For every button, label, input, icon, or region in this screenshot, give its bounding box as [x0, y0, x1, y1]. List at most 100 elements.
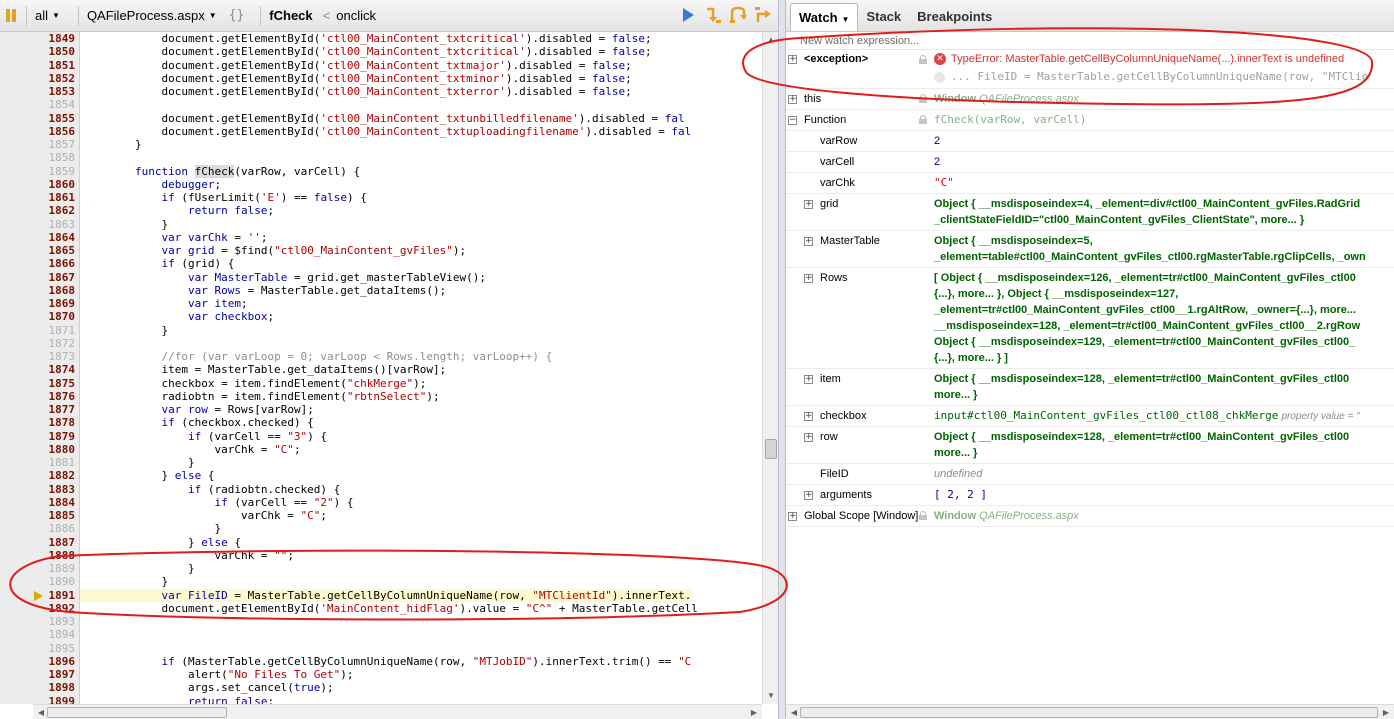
code-line[interactable]: 1869 var item; [0, 297, 762, 311]
line-number[interactable]: 1866 [0, 257, 80, 271]
line-number[interactable]: 1861 [0, 191, 80, 205]
watch-row-arguments[interactable]: + arguments [ 2, 2 ] [786, 485, 1394, 506]
watch-row-varCell[interactable]: varCell 2 [786, 152, 1394, 173]
current-execution-line[interactable]: 1891 var FileID = MasterTable.getCellByC… [0, 588, 762, 602]
line-number[interactable]: 1860 [0, 177, 80, 191]
code-line[interactable]: 1894 [0, 628, 762, 642]
line-number[interactable]: 1887 [0, 535, 80, 549]
line-number[interactable]: 1857 [0, 138, 80, 152]
line-number[interactable]: 1872 [0, 336, 80, 350]
step-into-icon[interactable] [704, 6, 722, 24]
line-number[interactable]: 1881 [0, 456, 80, 470]
line-number[interactable]: 1894 [0, 628, 80, 642]
code-line[interactable]: 1898 args.set_cancel(true); [0, 681, 762, 695]
code-line[interactable]: 1877 var row = Rows[varRow]; [0, 403, 762, 417]
line-number[interactable]: 1895 [0, 641, 80, 655]
scope-dropdown[interactable]: all ▼ [35, 8, 60, 23]
watch-row-varChk[interactable]: varChk "C" [786, 173, 1394, 194]
expand-toggle-icon[interactable]: + [804, 375, 813, 384]
code-line[interactable]: 1880 varChk = "C"; [0, 442, 762, 456]
code-line[interactable]: 1879 if (varCell == "3") { [0, 429, 762, 443]
chevron-down-icon[interactable]: ▼ [842, 15, 850, 24]
expand-toggle-icon[interactable]: + [804, 412, 813, 421]
scroll-right-arrow[interactable]: ▶ [746, 705, 762, 719]
line-number[interactable]: 1863 [0, 217, 80, 231]
pretty-print-button[interactable]: {} [229, 8, 245, 23]
watch-row-this[interactable]: + this Window QAFileProcess.aspx [786, 89, 1394, 110]
line-number[interactable]: 1896 [0, 654, 80, 668]
watch-row-global-scope[interactable]: + Global Scope [Window] Window QAFilePro… [786, 506, 1394, 527]
code-line[interactable]: 1873 //for (var varLoop = 0; varLoop < R… [0, 350, 762, 364]
code-line[interactable]: 1896 if (MasterTable.getCellByColumnUniq… [0, 654, 762, 668]
line-number[interactable]: 1884 [0, 495, 80, 509]
line-number[interactable]: 1883 [0, 482, 80, 496]
code-line[interactable]: 1874 item = MasterTable.get_dataItems()[… [0, 363, 762, 377]
line-number[interactable]: 1897 [0, 668, 80, 682]
line-number[interactable]: 1891 [0, 588, 80, 602]
expand-toggle-icon[interactable]: + [804, 491, 813, 500]
code-line[interactable]: 1850 document.getElementById('ctl00_Main… [0, 45, 762, 59]
line-number[interactable]: 1858 [0, 151, 80, 165]
code-horizontal-scrollbar[interactable]: ◀ ▶ [33, 704, 762, 719]
watch-row-grid[interactable]: + grid Object { __msdisposeindex=4, _ele… [786, 194, 1394, 231]
code-line[interactable]: 1861 if (fUserLimit('E') == false) { [0, 191, 762, 205]
tab-breakpoints[interactable]: Breakpoints [909, 3, 1000, 31]
collapse-toggle-icon[interactable]: − [788, 116, 797, 125]
line-number[interactable]: 1852 [0, 71, 80, 85]
code-line[interactable]: 1882 } else { [0, 469, 762, 483]
code-line[interactable]: 1864 var varChk = ''; [0, 230, 762, 244]
code-line[interactable]: 1858 [0, 151, 762, 165]
line-number[interactable]: 1859 [0, 164, 80, 178]
line-number[interactable]: 1873 [0, 350, 80, 364]
new-watch-expression-input[interactable]: New watch expression... [786, 32, 1394, 50]
code-line[interactable]: 1876 radiobtn = item.findElement("rbtnSe… [0, 389, 762, 403]
line-number[interactable]: 1889 [0, 562, 80, 576]
line-number[interactable]: 1880 [0, 442, 80, 456]
code-line[interactable]: 1890 } [0, 575, 762, 589]
scroll-right-arrow[interactable]: ▶ [1378, 705, 1394, 719]
source-code-view[interactable]: 1849 document.getElementById('ctl00_Main… [0, 32, 762, 704]
file-dropdown[interactable]: QAFileProcess.aspx ▼ [87, 8, 217, 23]
watch-row-row[interactable]: + row Object { __msdisposeindex=128, _el… [786, 427, 1394, 464]
current-function-crumb[interactable]: fCheck [269, 8, 312, 23]
step-over-icon[interactable] [729, 6, 747, 24]
line-number[interactable]: 1862 [0, 204, 80, 218]
line-number[interactable]: 1878 [0, 416, 80, 430]
line-number[interactable]: 1879 [0, 429, 80, 443]
code-vertical-scrollbar[interactable]: ▲ ▼ [762, 32, 778, 704]
code-line[interactable]: 1887 } else { [0, 535, 762, 549]
expand-toggle-icon[interactable]: + [788, 512, 797, 521]
code-line[interactable]: 1859 function fCheck(varRow, varCell) { [0, 164, 762, 178]
line-number[interactable]: 1890 [0, 575, 80, 589]
line-number[interactable]: 1865 [0, 244, 80, 258]
line-number[interactable]: 1877 [0, 403, 80, 417]
code-line[interactable]: 1875 checkbox = item.findElement("chkMer… [0, 376, 762, 390]
line-number[interactable]: 1870 [0, 310, 80, 324]
code-line[interactable]: 1866 if (grid) { [0, 257, 762, 271]
code-line[interactable]: 1852 document.getElementById('ctl00_Main… [0, 71, 762, 85]
line-number[interactable]: 1874 [0, 363, 80, 377]
scrollbar-thumb[interactable] [765, 439, 777, 459]
line-number[interactable]: 1898 [0, 681, 80, 695]
expand-toggle-icon[interactable]: + [804, 433, 813, 442]
expand-toggle-icon[interactable]: + [804, 237, 813, 246]
line-number[interactable]: 1888 [0, 548, 80, 562]
watch-row-varRow[interactable]: varRow 2 [786, 131, 1394, 152]
line-number[interactable]: 1871 [0, 323, 80, 337]
line-number[interactable]: 1876 [0, 389, 80, 403]
line-number[interactable]: 1892 [0, 601, 80, 615]
caller-crumb[interactable]: onclick [336, 8, 376, 23]
code-line[interactable]: 1886 } [0, 522, 762, 536]
continue-icon[interactable] [679, 6, 697, 24]
expand-toggle-icon[interactable]: + [804, 200, 813, 209]
line-number[interactable]: 1868 [0, 283, 80, 297]
line-number[interactable]: 1849 [0, 32, 80, 46]
code-line[interactable]: 1865 var grid = $find("ctl00_MainContent… [0, 244, 762, 258]
watch-horizontal-scrollbar[interactable]: ◀ ▶ [786, 704, 1394, 719]
pause-on-exception-icon[interactable] [6, 9, 16, 22]
line-number[interactable]: 1882 [0, 469, 80, 483]
panel-splitter[interactable] [778, 0, 786, 719]
code-line[interactable]: 1856 document.getElementById('ctl00_Main… [0, 124, 762, 138]
scroll-up-arrow[interactable]: ▲ [763, 32, 779, 48]
code-line[interactable]: 1854 [0, 98, 762, 112]
